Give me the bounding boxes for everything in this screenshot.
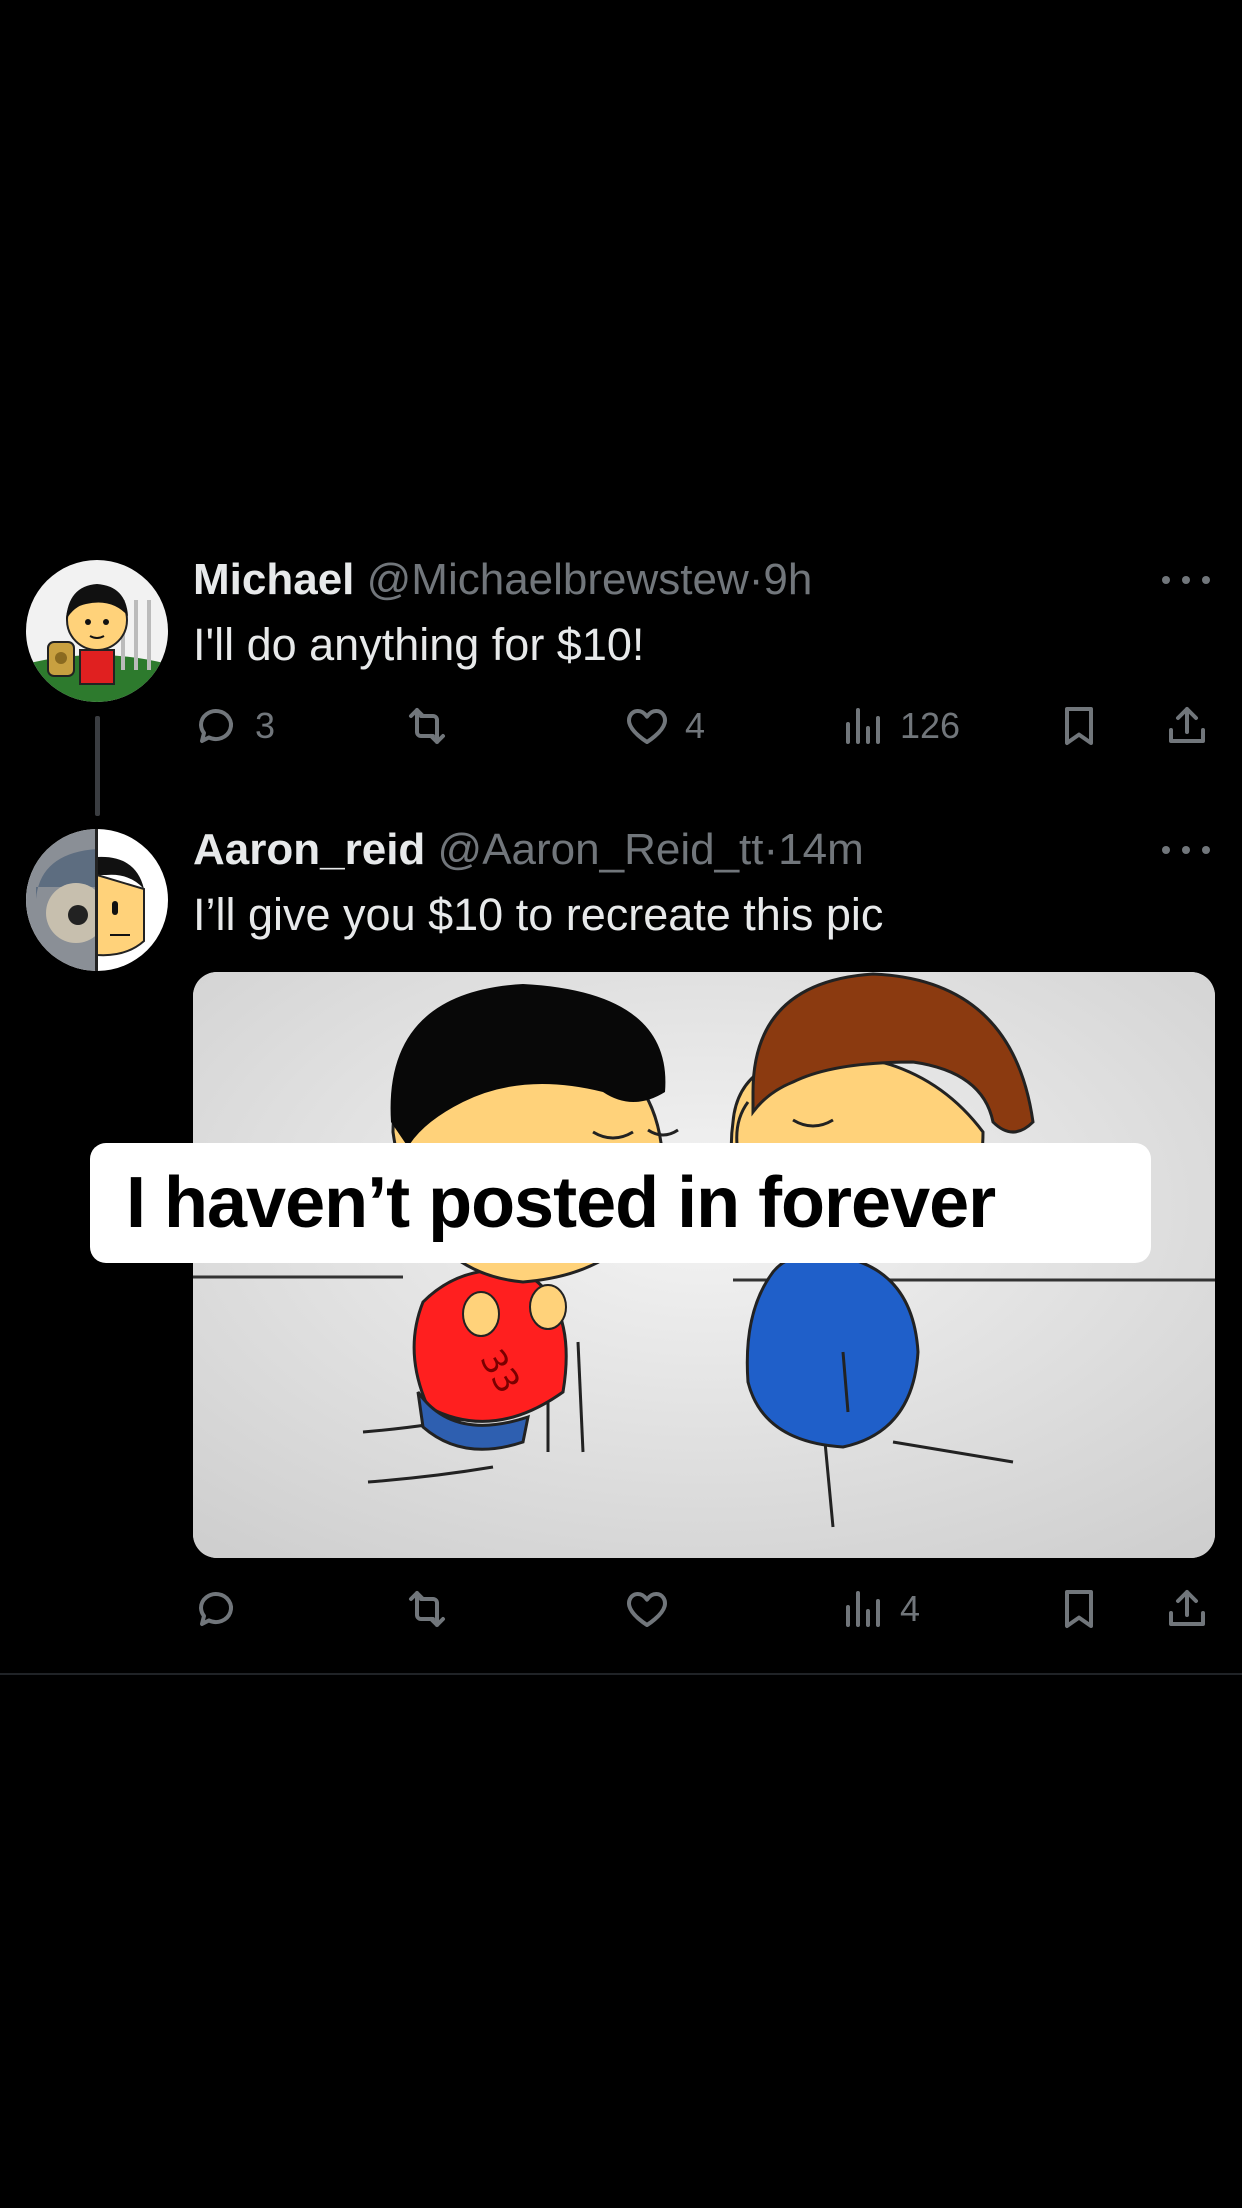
like-button[interactable] — [623, 1581, 685, 1637]
views-chart-icon — [846, 708, 880, 744]
like-button[interactable]: 4 — [623, 698, 705, 754]
author-handle[interactable]: @Aaron_Reid_tt — [438, 825, 764, 874]
separator-dot: · — [748, 555, 764, 604]
tweet-header: Michael @Michaelbrewstew·9h — [193, 552, 812, 608]
reply-icon — [199, 1592, 233, 1626]
repost-icon — [409, 1591, 445, 1627]
bookmark-button[interactable] — [1055, 1581, 1103, 1637]
reply-icon — [199, 709, 233, 743]
repost-icon — [409, 708, 445, 744]
bookmark-button[interactable] — [1055, 698, 1103, 754]
share-button[interactable] — [1163, 698, 1211, 754]
share-button[interactable] — [1163, 1581, 1211, 1637]
reply-button[interactable] — [193, 1581, 255, 1637]
repost-button[interactable] — [403, 698, 465, 754]
avatar-aaron-image — [26, 829, 168, 971]
heart-icon — [627, 709, 667, 744]
author-name[interactable]: Michael — [193, 555, 354, 604]
author-handle[interactable]: @Michaelbrewstew — [367, 555, 749, 604]
views-button[interactable]: 4 — [838, 1581, 920, 1637]
tweet-media-image[interactable]: 33 — [193, 972, 1215, 1558]
avatar-michael[interactable] — [26, 560, 168, 702]
separator-dot: · — [763, 825, 779, 874]
views-button[interactable]: 126 — [838, 698, 960, 754]
avatar-aaron[interactable] — [26, 829, 168, 971]
view-count: 4 — [900, 1588, 921, 1629]
more-dots-icon[interactable] — [1162, 570, 1210, 590]
tweet-header: Aaron_reid @Aaron_Reid_tt·14m — [193, 822, 864, 878]
action-bar: 3 4 126 — [193, 698, 1213, 754]
cartoon-illustration: 33 — [193, 972, 1215, 1558]
repost-button[interactable] — [403, 1581, 465, 1637]
timeline-divider — [0, 1673, 1242, 1675]
more-dots-icon[interactable] — [1162, 840, 1210, 860]
avatar-michael-image — [26, 560, 168, 702]
reply-button[interactable]: 3 — [193, 698, 275, 754]
share-icon — [1169, 1590, 1205, 1626]
thread-connector — [95, 716, 100, 816]
views-chart-icon — [846, 1591, 880, 1627]
author-name[interactable]: Aaron_reid — [193, 825, 425, 874]
tweet-text: I'll do anything for $10! — [193, 619, 645, 670]
post-time[interactable]: 14m — [778, 825, 864, 874]
post-time[interactable]: 9h — [763, 555, 812, 604]
like-count: 4 — [685, 705, 706, 746]
bookmark-icon — [1065, 1590, 1093, 1628]
share-icon — [1169, 707, 1205, 743]
tweet-text: I’ll give you $10 to recreate this pic — [193, 889, 884, 940]
action-bar: 4 — [193, 1581, 1213, 1637]
reply-count: 3 — [255, 705, 276, 746]
bookmark-icon — [1065, 707, 1093, 745]
overlay-caption: I haven’t posted in forever — [90, 1143, 1151, 1263]
heart-icon — [627, 1592, 667, 1627]
view-count: 126 — [900, 705, 961, 746]
